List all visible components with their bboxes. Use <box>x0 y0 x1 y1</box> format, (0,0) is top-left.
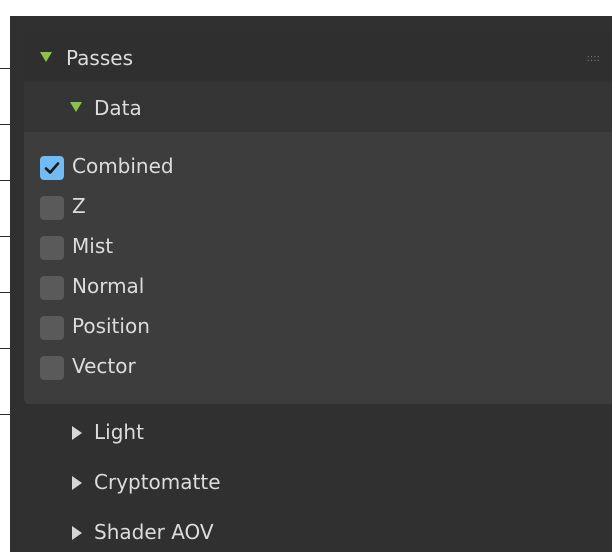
pass-vector[interactable]: Vector <box>40 354 440 380</box>
subpanel-title: Shader AOV <box>94 520 214 544</box>
pass-label: Position <box>72 314 150 338</box>
drag-handle-icon[interactable]: :::: <box>587 54 600 64</box>
passes-panel-header[interactable]: Passes :::: <box>24 32 612 82</box>
passes-panel-title: Passes <box>66 46 133 70</box>
border-tick <box>0 68 10 69</box>
checkbox-unchecked[interactable] <box>40 196 64 220</box>
subpanel-cryptomatte[interactable]: Cryptomatte <box>24 458 612 508</box>
border-tick <box>0 348 10 349</box>
pass-label: Mist <box>72 234 114 258</box>
pass-combined[interactable]: Combined <box>40 154 440 180</box>
pass-label: Z <box>72 194 86 218</box>
border-tick <box>0 236 10 237</box>
data-subpanel-title: Data <box>94 96 142 120</box>
border-tick <box>0 124 10 125</box>
pass-z[interactable]: Z <box>40 194 440 220</box>
triangle-down-icon[interactable] <box>70 102 82 112</box>
properties-editor: Passes :::: Data Combined Z Mist Normal … <box>0 0 612 552</box>
triangle-down-icon[interactable] <box>40 52 52 62</box>
triangle-right-icon[interactable] <box>72 426 82 440</box>
border-tick <box>0 292 10 293</box>
pass-label: Normal <box>72 274 145 298</box>
border-tick <box>0 180 10 181</box>
pass-label: Combined <box>72 154 174 178</box>
pass-position[interactable]: Position <box>40 314 440 340</box>
pass-label: Vector <box>72 354 136 378</box>
subpanel-title: Light <box>94 420 144 444</box>
subpanel-light[interactable]: Light <box>24 408 612 458</box>
subpanel-title: Cryptomatte <box>94 470 221 494</box>
checkbox-unchecked[interactable] <box>40 276 64 300</box>
triangle-right-icon[interactable] <box>72 526 82 540</box>
border-tick <box>0 414 10 415</box>
left-editor-border <box>0 16 10 552</box>
subpanel-shader-aov[interactable]: Shader AOV <box>24 508 612 552</box>
checkbox-unchecked[interactable] <box>40 356 64 380</box>
pass-normal[interactable]: Normal <box>40 274 440 300</box>
triangle-right-icon[interactable] <box>72 476 82 490</box>
checkbox-unchecked[interactable] <box>40 316 64 340</box>
pass-mist[interactable]: Mist <box>40 234 440 260</box>
checkmark-icon <box>44 162 60 174</box>
data-subpanel-header[interactable]: Data <box>24 82 612 132</box>
checkbox-checked[interactable] <box>40 156 64 180</box>
checkbox-unchecked[interactable] <box>40 236 64 260</box>
